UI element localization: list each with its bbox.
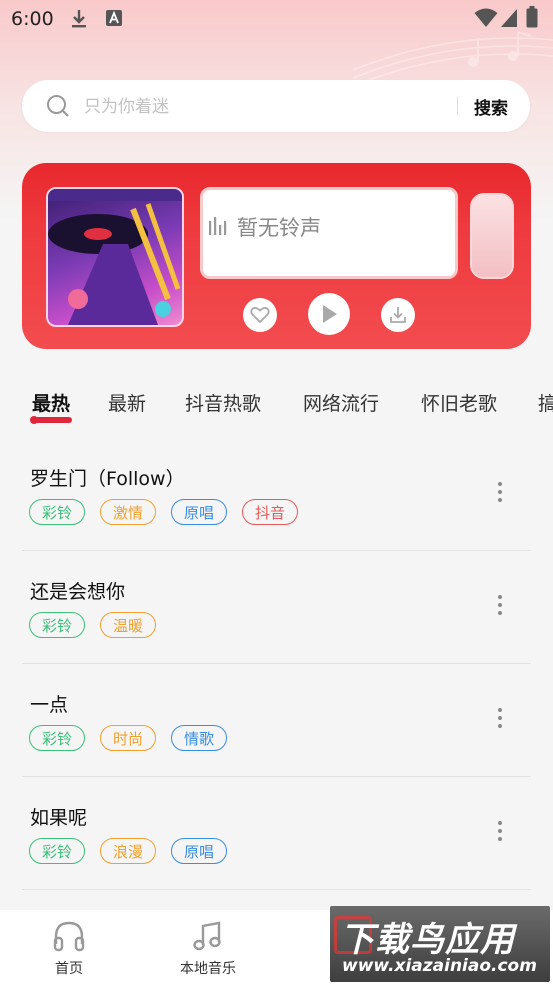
play-button[interactable] <box>308 293 350 335</box>
play-icon <box>323 305 337 323</box>
download-button[interactable] <box>381 298 415 332</box>
tag-love-song: 情歌 <box>171 725 228 751</box>
song-item[interactable]: 一点 彩铃 时尚 情歌 <box>22 664 531 777</box>
active-tab-indicator-dot <box>30 416 38 424</box>
tag-romantic: 浪漫 <box>100 838 157 864</box>
heart-icon <box>250 307 270 324</box>
category-tabs: 最热 最新 抖音热歌 网络流行 怀旧老歌 搞 <box>0 385 553 425</box>
album-art[interactable] <box>46 187 184 327</box>
song-title: 如果呢 <box>30 807 88 829</box>
tag-row: 彩铃 温暖 <box>29 612 157 638</box>
tag-row: 彩铃 激情 原唱 抖音 <box>29 499 299 525</box>
music-note-icon <box>193 921 221 951</box>
song-list: 罗生门（Follow） 彩铃 激情 原唱 抖音 还是会想你 彩铃 温暖 一点 彩… <box>22 438 531 890</box>
song-title: 一点 <box>30 694 69 716</box>
tag-ringback: 彩铃 <box>29 499 86 525</box>
tag-ringback: 彩铃 <box>29 725 86 751</box>
player-card: 暂无铃声 <box>22 163 531 349</box>
search-icon <box>47 95 69 117</box>
nav-local-music-label: 本地音乐 <box>180 961 236 977</box>
sound-wave-icon <box>209 217 227 235</box>
search-button[interactable]: 搜索 <box>474 94 508 119</box>
active-tab-indicator <box>32 417 72 423</box>
tag-fashion: 时尚 <box>100 725 157 751</box>
tab-funny[interactable]: 搞 <box>538 389 553 416</box>
search-divider <box>457 97 458 115</box>
download-status-icon <box>72 10 86 28</box>
now-playing-box: 暂无铃声 <box>200 187 458 279</box>
vinyl-guitar-artwork <box>48 189 182 325</box>
headphones-icon <box>53 921 85 952</box>
tag-ringback: 彩铃 <box>29 612 86 638</box>
player-side-knob <box>470 193 514 279</box>
tab-oldies[interactable]: 怀旧老歌 <box>421 389 497 416</box>
tab-newest[interactable]: 最新 <box>108 389 146 416</box>
more-options-icon[interactable] <box>492 821 508 845</box>
tag-douyin: 抖音 <box>242 499 299 525</box>
tag-passion: 激情 <box>100 499 157 525</box>
tag-original: 原唱 <box>171 838 228 864</box>
more-options-icon[interactable] <box>492 708 508 732</box>
song-item[interactable]: 如果呢 彩铃 浪漫 原唱 <box>22 777 531 890</box>
more-options-icon[interactable] <box>492 482 508 506</box>
tag-row: 彩铃 时尚 情歌 <box>29 725 228 751</box>
watermark-main-text: 下载鸟应用 <box>340 920 515 960</box>
song-item[interactable]: 罗生门（Follow） 彩铃 激情 原唱 抖音 <box>22 438 531 551</box>
tag-original: 原唱 <box>171 499 228 525</box>
more-options-icon[interactable] <box>492 595 508 619</box>
font-status-icon <box>106 10 122 26</box>
song-item[interactable]: 还是会想你 彩铃 温暖 <box>22 551 531 664</box>
tag-ringback: 彩铃 <box>29 838 86 864</box>
favorite-button[interactable] <box>243 298 277 332</box>
watermark-logo: 下载鸟应用 www.xiazainiao.com <box>330 906 550 982</box>
song-title: 还是会想你 <box>30 581 126 603</box>
search-input[interactable] <box>82 90 456 124</box>
song-title: 罗生门（Follow） <box>30 468 185 490</box>
now-playing-text: 暂无铃声 <box>237 216 321 240</box>
watermark-sub-text: www.xiazainiao.com <box>342 956 537 976</box>
tag-row: 彩铃 浪漫 原唱 <box>29 838 228 864</box>
tab-douyin-hits[interactable]: 抖音热歌 <box>185 389 261 416</box>
nav-local-music[interactable]: 本地音乐 <box>163 920 253 978</box>
download-icon <box>390 307 406 323</box>
status-time: 6:00 <box>11 8 54 30</box>
nav-home[interactable]: 首页 <box>24 920 114 978</box>
search-bar: 搜索 <box>22 80 530 132</box>
tag-warm: 温暖 <box>100 612 157 638</box>
tab-internet-popular[interactable]: 网络流行 <box>303 389 379 416</box>
nav-home-label: 首页 <box>55 961 83 977</box>
tab-hottest[interactable]: 最热 <box>32 389 70 416</box>
